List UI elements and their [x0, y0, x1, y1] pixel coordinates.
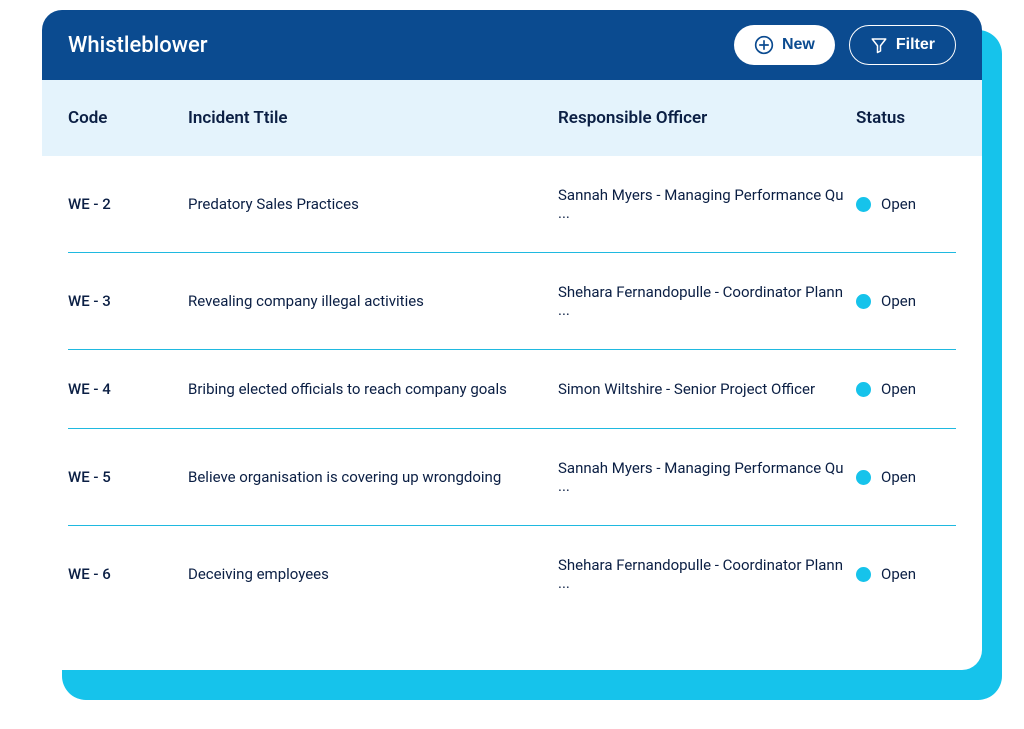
filter-button-label: Filter	[896, 36, 935, 54]
cell-code: WE - 2	[68, 195, 188, 213]
cell-code: WE - 6	[68, 565, 188, 583]
filter-icon	[870, 36, 888, 54]
table-body: WE - 2Predatory Sales PracticesSannah My…	[42, 156, 982, 622]
col-header-title: Incident Ttile	[188, 108, 558, 128]
table-row[interactable]: WE - 4Bribing elected officials to reach…	[68, 350, 956, 429]
status-dot-icon	[856, 382, 871, 397]
cell-responsible-officer: Sannah Myers - Managing Performance Qu .…	[558, 459, 856, 495]
status-dot-icon	[856, 470, 871, 485]
cell-responsible-officer: Shehara Fernandopulle - Coordinator Plan…	[558, 283, 856, 319]
page-title: Whistleblower	[68, 33, 734, 58]
status-label: Open	[881, 468, 916, 486]
cell-status: Open	[856, 292, 956, 310]
col-header-code: Code	[68, 108, 188, 128]
cell-responsible-officer: Simon Wiltshire - Senior Project Officer	[558, 380, 856, 398]
cell-incident-title: Believe organisation is covering up wron…	[188, 468, 558, 486]
new-button[interactable]: New	[734, 25, 835, 65]
cell-code: WE - 3	[68, 292, 188, 310]
plus-circle-icon	[754, 35, 774, 55]
status-label: Open	[881, 292, 916, 310]
table-row[interactable]: WE - 5Believe organisation is covering u…	[68, 429, 956, 526]
status-label: Open	[881, 195, 916, 213]
status-dot-icon	[856, 197, 871, 212]
status-label: Open	[881, 565, 916, 583]
status-dot-icon	[856, 567, 871, 582]
col-header-officer: Responsible Officer	[558, 108, 856, 128]
whistleblower-card: Whistleblower New Filter Code Incident T…	[42, 10, 982, 670]
cell-status: Open	[856, 195, 956, 213]
cell-incident-title: Predatory Sales Practices	[188, 195, 558, 213]
cell-status: Open	[856, 468, 956, 486]
col-header-status: Status	[856, 108, 956, 128]
cell-code: WE - 5	[68, 468, 188, 486]
new-button-label: New	[782, 36, 815, 54]
filter-button[interactable]: Filter	[849, 25, 956, 65]
cell-code: WE - 4	[68, 380, 188, 398]
cell-incident-title: Revealing company illegal activities	[188, 292, 558, 310]
table-row[interactable]: WE - 3Revealing company illegal activiti…	[68, 253, 956, 350]
cell-status: Open	[856, 380, 956, 398]
status-dot-icon	[856, 294, 871, 309]
table-row[interactable]: WE - 2Predatory Sales PracticesSannah My…	[68, 156, 956, 253]
table-header: Code Incident Ttile Responsible Officer …	[42, 80, 982, 156]
status-label: Open	[881, 380, 916, 398]
cell-incident-title: Bribing elected officials to reach compa…	[188, 380, 558, 398]
table-row[interactable]: WE - 6Deceiving employeesShehara Fernand…	[68, 526, 956, 622]
card-header: Whistleblower New Filter	[42, 10, 982, 80]
cell-status: Open	[856, 565, 956, 583]
cell-responsible-officer: Sannah Myers - Managing Performance Qu .…	[558, 186, 856, 222]
cell-responsible-officer: Shehara Fernandopulle - Coordinator Plan…	[558, 556, 856, 592]
cell-incident-title: Deceiving employees	[188, 565, 558, 583]
